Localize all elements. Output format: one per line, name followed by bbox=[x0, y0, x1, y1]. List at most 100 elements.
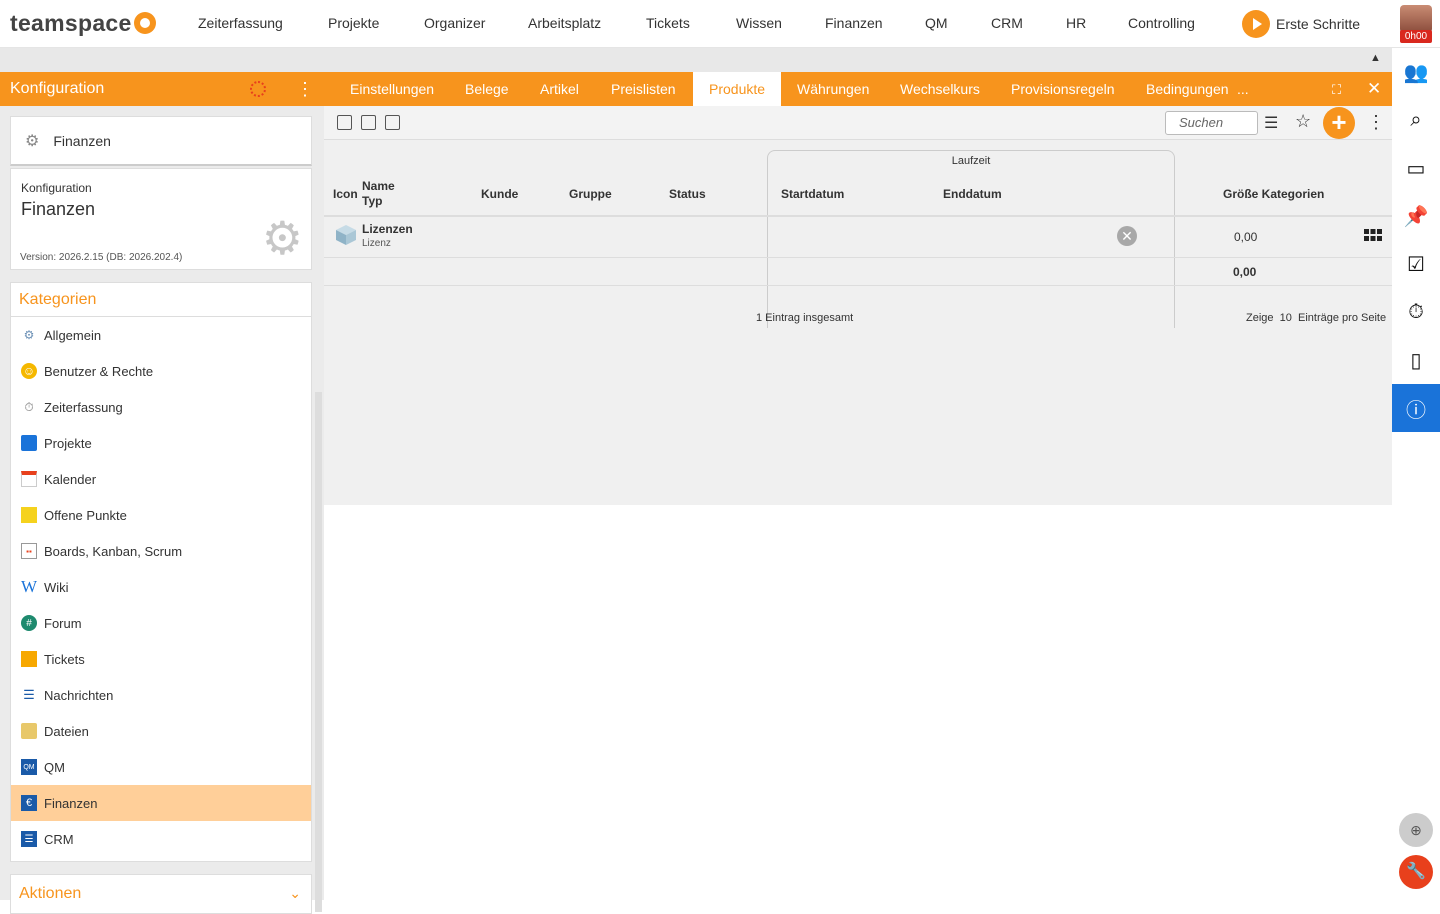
grid-icon[interactable] bbox=[1364, 229, 1382, 241]
category-label: QM bbox=[44, 759, 65, 775]
left-scrollbar[interactable] bbox=[315, 392, 322, 912]
category-benutzer-rechte[interactable]: ☺ Benutzer & Rechte bbox=[11, 353, 311, 389]
tab-bedingungen[interactable]: Bedingungen bbox=[1130, 72, 1245, 106]
per-page-prefix: Zeige bbox=[1246, 312, 1274, 324]
category-nachrichten[interactable]: ☰ Nachrichten bbox=[11, 677, 311, 713]
left-pane: Konfiguration ⋮ ⚙ Finanzen Konfiguration… bbox=[0, 72, 324, 914]
nav-hr[interactable]: HR bbox=[1066, 15, 1086, 31]
tasks-checkbox-icon[interactable]: ☑ bbox=[1392, 240, 1440, 288]
clear-icon[interactable]: ✕ bbox=[1117, 226, 1137, 246]
star-icon[interactable]: ☆ bbox=[1295, 111, 1311, 132]
col-gruppe[interactable]: Gruppe bbox=[569, 187, 612, 201]
timer-icon[interactable]: ⏱ bbox=[1392, 288, 1440, 336]
tab-wechselkurs[interactable]: Wechselkurs bbox=[884, 72, 996, 106]
more-vertical-icon[interactable]: ⋮ bbox=[296, 80, 314, 98]
search-icon[interactable]: ⌕ bbox=[1392, 96, 1440, 144]
collapse-strip bbox=[0, 48, 1392, 72]
wrench-icon[interactable]: 🔧 bbox=[1399, 855, 1433, 889]
nav-tickets[interactable]: Tickets bbox=[646, 15, 690, 31]
right-sidebar: 👥 ⌕ ▭ 📌 ☑ ⏱ ▯ ⓘ bbox=[1392, 48, 1440, 900]
per-page-value[interactable]: 10 bbox=[1280, 312, 1292, 324]
gear-icon: ⚙ bbox=[23, 328, 35, 342]
tab-einstellungen[interactable]: Einstellungen bbox=[334, 72, 450, 106]
col-startdatum[interactable]: Startdatum bbox=[781, 187, 844, 201]
nav-qm[interactable]: QM bbox=[925, 15, 948, 31]
tab-provisionsregeln[interactable]: Provisionsregeln bbox=[995, 72, 1131, 106]
col-enddatum[interactable]: Enddatum bbox=[943, 187, 1002, 201]
users-icon: ☺ bbox=[21, 363, 37, 379]
category-dateien[interactable]: Dateien bbox=[11, 713, 311, 749]
user-avatar[interactable]: 0h00 bbox=[1400, 5, 1432, 43]
category-boards[interactable]: ▪▪ Boards, Kanban, Scrum bbox=[11, 533, 311, 569]
tile-view-icon[interactable] bbox=[361, 115, 376, 130]
more-vertical-icon[interactable]: ⋮ bbox=[1367, 112, 1385, 133]
erste-schritte-button[interactable]: Erste Schritte bbox=[1242, 10, 1360, 38]
nav-crm[interactable]: CRM bbox=[991, 15, 1023, 31]
category-kalender[interactable]: Kalender bbox=[11, 461, 311, 497]
add-widget-icon[interactable]: ⊕ bbox=[1399, 813, 1433, 847]
nav-arbeitsplatz[interactable]: Arbeitsplatz bbox=[528, 15, 601, 31]
tab-belege[interactable]: Belege bbox=[449, 72, 525, 106]
tab-bar: Einstellungen Belege Artikel Preislisten… bbox=[324, 72, 1392, 106]
page-size-selector[interactable]: Zeige 10 Einträge pro Seite bbox=[1246, 312, 1386, 324]
category-zeiterfassung[interactable]: ⏱ Zeiterfassung bbox=[11, 389, 311, 425]
collapse-up-icon[interactable]: ▲ bbox=[1370, 52, 1381, 64]
nav-finanzen[interactable]: Finanzen bbox=[825, 15, 883, 31]
add-button[interactable]: + bbox=[1323, 107, 1355, 139]
category-forum[interactable]: # Forum bbox=[11, 605, 311, 641]
row-name: Lizenzen bbox=[362, 222, 413, 236]
gear-icon: ⚙ bbox=[25, 132, 40, 150]
inbox-icon[interactable]: ▭ bbox=[1392, 144, 1440, 192]
nav-organizer[interactable]: Organizer bbox=[424, 15, 485, 31]
tab-artikel[interactable]: Artikel bbox=[524, 72, 595, 106]
category-offene-punkte[interactable]: Offene Punkte bbox=[11, 497, 311, 533]
col-name[interactable]: Name bbox=[362, 179, 395, 193]
category-qm[interactable]: QM QM bbox=[11, 749, 311, 785]
nav-projekte[interactable]: Projekte bbox=[328, 15, 379, 31]
category-allgemein[interactable]: ⚙ Allgemein bbox=[11, 317, 311, 353]
total-value: 0,00 bbox=[1233, 265, 1257, 279]
tab-produkte[interactable]: Produkte bbox=[693, 72, 782, 106]
expand-icon[interactable]: ⛶ bbox=[1332, 82, 1341, 98]
col-icon[interactable]: Icon bbox=[333, 187, 358, 201]
tab-preislisten[interactable]: Preislisten bbox=[595, 72, 692, 106]
col-kunde[interactable]: Kunde bbox=[481, 187, 518, 201]
tab-more[interactable]: ... bbox=[1233, 72, 1253, 106]
products-table: Laufzeit Icon Name Typ Kunde Gruppe Stat… bbox=[324, 140, 1392, 505]
category-tickets[interactable]: Tickets bbox=[11, 641, 311, 677]
chart-view-icon[interactable] bbox=[385, 115, 400, 130]
category-label: Nachrichten bbox=[44, 687, 114, 703]
category-wiki[interactable]: W Wiki bbox=[11, 569, 311, 605]
category-finanzen[interactable]: € Finanzen bbox=[11, 785, 311, 821]
debug-icon[interactable] bbox=[250, 81, 266, 97]
top-navigation-bar: teamspace Zeiterfassung Projekte Organiz… bbox=[0, 0, 1440, 48]
category-label: Benutzer & Rechte bbox=[44, 363, 154, 379]
nav-zeiterfassung[interactable]: Zeiterfassung bbox=[198, 15, 283, 31]
filter-icon[interactable]: ☰ bbox=[1264, 113, 1278, 133]
category-label: Zeiterfassung bbox=[44, 399, 123, 415]
mobile-icon[interactable]: ▯ bbox=[1392, 336, 1440, 384]
tab-waehrungen[interactable]: Währungen bbox=[781, 72, 885, 106]
version-text: Version: 2026.2.15 (DB: 2026.202.4) bbox=[20, 252, 183, 263]
calendar-icon bbox=[21, 471, 37, 487]
col-status[interactable]: Status bbox=[669, 187, 706, 201]
table-row[interactable] bbox=[324, 217, 1392, 257]
close-icon[interactable]: ✕ bbox=[1367, 79, 1381, 99]
pin-icon[interactable]: 📌 bbox=[1392, 192, 1440, 240]
nav-wissen[interactable]: Wissen bbox=[736, 15, 782, 31]
laufzeit-header: Laufzeit bbox=[951, 155, 991, 167]
teamspace-logo[interactable]: teamspace bbox=[10, 10, 156, 37]
total-divider bbox=[324, 285, 1392, 286]
module-card[interactable]: ⚙ Finanzen bbox=[10, 116, 312, 166]
category-projekte[interactable]: Projekte bbox=[11, 425, 311, 461]
actions-card[interactable]: Aktionen ⌄ bbox=[10, 874, 312, 914]
nav-controlling[interactable]: Controlling bbox=[1128, 15, 1195, 31]
col-typ[interactable]: Typ bbox=[362, 194, 382, 208]
search-input[interactable]: Suchen bbox=[1165, 111, 1258, 135]
contacts-icon[interactable]: 👥 bbox=[1392, 48, 1440, 96]
list-view-icon[interactable] bbox=[337, 115, 352, 130]
category-label: Projekte bbox=[44, 435, 92, 451]
col-groesse-kategorien[interactable]: Größe Kategorien bbox=[1223, 187, 1324, 201]
info-icon[interactable]: ⓘ bbox=[1392, 384, 1440, 432]
category-crm[interactable]: ☰ CRM bbox=[11, 821, 311, 857]
